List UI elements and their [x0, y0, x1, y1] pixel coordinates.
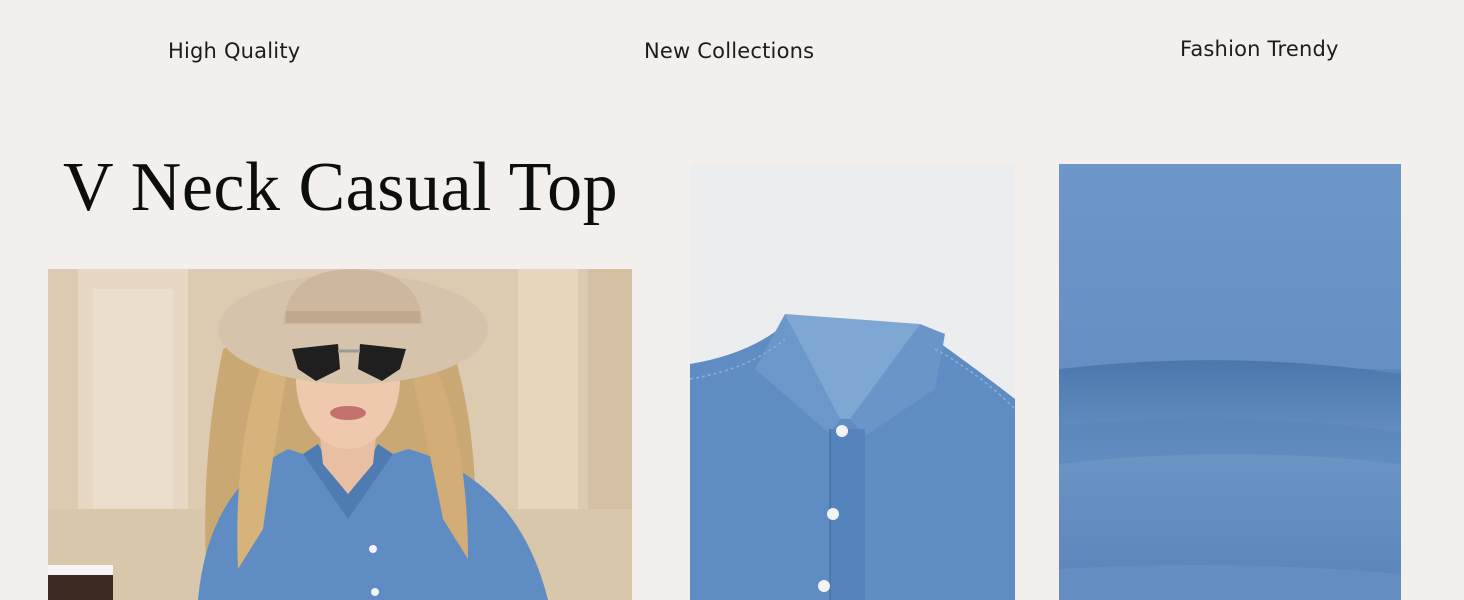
collar-closeup-photo: [690, 164, 1015, 600]
model-photo: [48, 269, 632, 600]
model-illustration: [48, 269, 632, 600]
feature-high-quality: High Quality: [168, 39, 301, 63]
fabric-illustration: [1059, 164, 1401, 600]
product-title: V Neck Casual Top: [63, 149, 619, 226]
fabric-texture-photo: [1059, 164, 1401, 600]
feature-fashion-trendy: Fashion Trendy: [1180, 37, 1339, 61]
collar-illustration: [690, 164, 1015, 600]
feature-new-collections: New Collections: [644, 39, 815, 63]
